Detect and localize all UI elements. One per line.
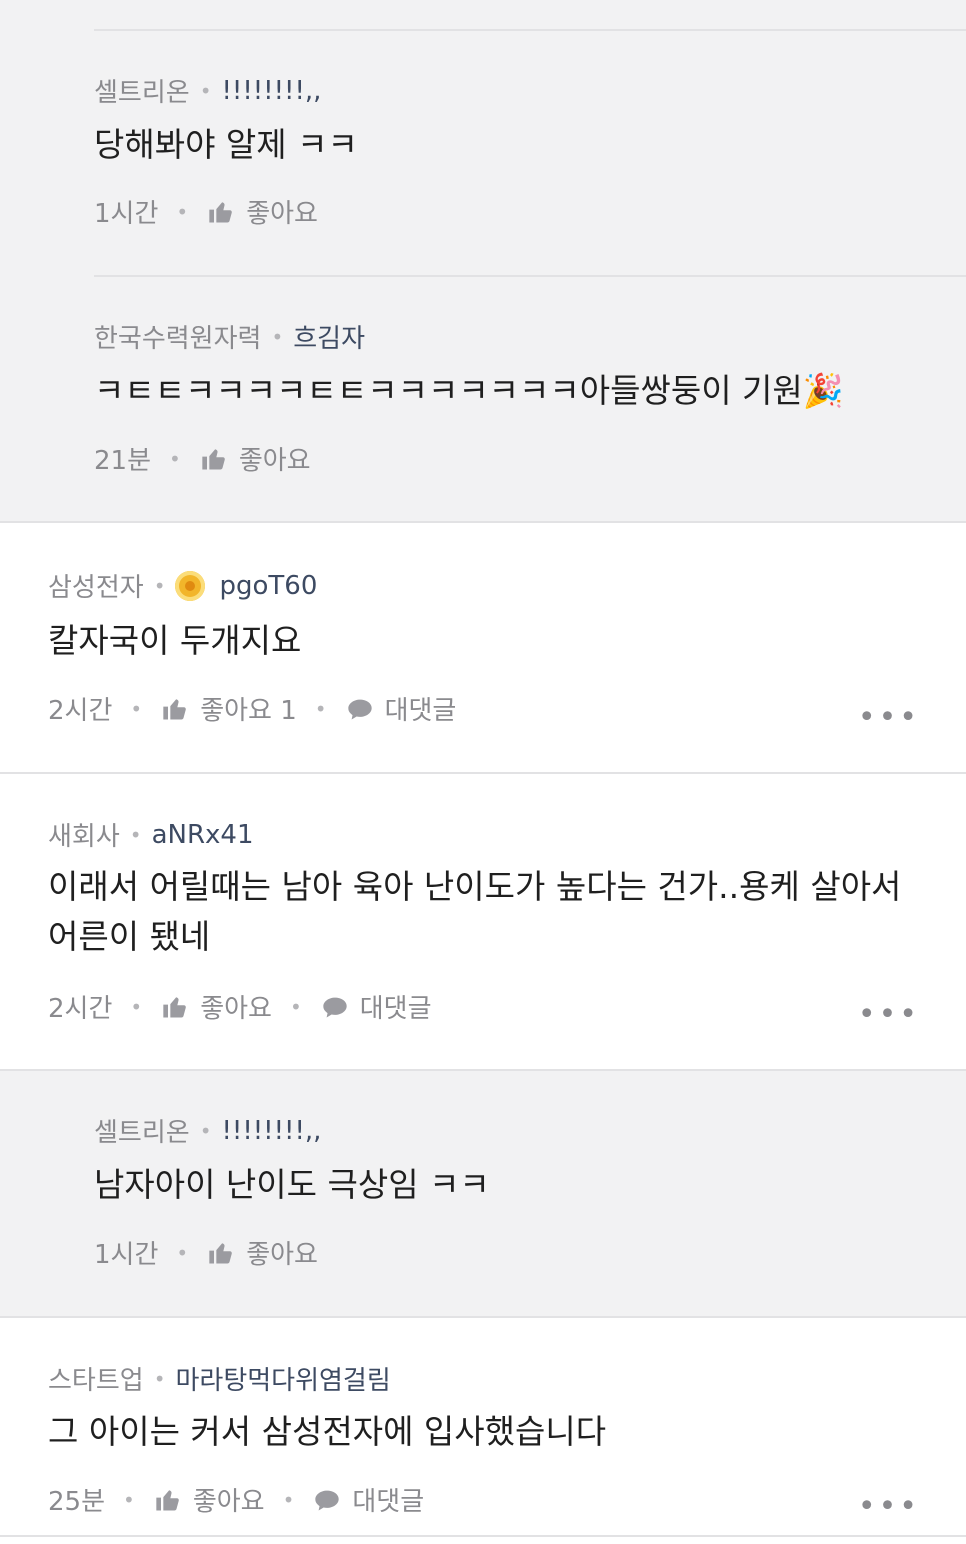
company-label: 셀트리온 bbox=[94, 1118, 190, 1148]
divider bbox=[94, 29, 966, 31]
thumbs-up-icon bbox=[206, 1238, 236, 1268]
separator-dot: • bbox=[199, 1118, 212, 1143]
separator-dot: • bbox=[176, 1240, 189, 1265]
like-button[interactable]: 좋아요 bbox=[160, 988, 272, 1025]
comment-actions: 1시간 • 좋아요 bbox=[94, 1234, 318, 1271]
reply-button[interactable]: 대댓글 bbox=[312, 1481, 424, 1518]
timestamp: 2시간 bbox=[48, 696, 113, 726]
more-dots-icon[interactable]: ••• bbox=[858, 1489, 920, 1524]
comment-actions: 2시간 • 좋아요 • 대댓글 bbox=[48, 988, 432, 1025]
comment-text: 칼자국이 두개지요 bbox=[48, 621, 302, 660]
separator-dot: • bbox=[123, 1487, 135, 1512]
thumbs-up-icon bbox=[206, 197, 236, 227]
speech-bubble-icon bbox=[320, 992, 350, 1022]
separator-dot: • bbox=[271, 324, 284, 349]
like-label: 좋아요 bbox=[246, 199, 318, 229]
thumbs-up-icon bbox=[199, 444, 229, 474]
comment-meta: 셀트리온 • !!!!!!!!,, bbox=[94, 72, 321, 109]
comment-text: ㅋㅌㅌㅋㅋㅋㅋㅌㅌㅋㅋㅋㅋㅋㅋㅋ아들쌍둥이 기원🎉 bbox=[94, 371, 844, 410]
timestamp: 21분 bbox=[94, 446, 152, 476]
comment-actions: 25분 • 좋아요 • 대댓글 bbox=[48, 1481, 424, 1518]
comment-text: 당해봐야 알제 ㅋㅋ bbox=[94, 125, 358, 164]
timestamp: 1시간 bbox=[94, 199, 159, 229]
like-label: 좋아요 1 bbox=[200, 696, 297, 726]
like-button[interactable]: 좋아요 bbox=[206, 193, 318, 230]
separator-dot: • bbox=[153, 1366, 166, 1391]
thumbs-up-icon bbox=[153, 1485, 183, 1515]
separator-dot: • bbox=[130, 994, 143, 1019]
like-label: 좋아요 bbox=[246, 1240, 318, 1270]
divider bbox=[94, 275, 966, 277]
divider bbox=[0, 1316, 966, 1318]
company-label: 삼성전자 bbox=[48, 573, 144, 603]
timestamp: 1시간 bbox=[94, 1240, 159, 1270]
company-label: 한국수력원자력 bbox=[94, 324, 262, 354]
reply-label: 대댓글 bbox=[359, 994, 432, 1024]
comment-text: 남자아이 난이도 극상임 ㅋㅋ bbox=[94, 1165, 490, 1204]
reply-label: 대댓글 bbox=[352, 1487, 425, 1517]
reply-button[interactable]: 대댓글 bbox=[320, 988, 432, 1025]
separator-dot: • bbox=[176, 199, 189, 224]
timestamp: 2시간 bbox=[48, 994, 113, 1024]
separator-dot: • bbox=[289, 994, 302, 1019]
separator-dot: • bbox=[282, 1487, 295, 1512]
gold-badge-icon bbox=[175, 570, 206, 601]
nickname[interactable]: !!!!!!!!,, bbox=[221, 76, 321, 106]
like-label: 좋아요 bbox=[238, 446, 311, 476]
nickname[interactable]: 흐김자 bbox=[293, 318, 365, 355]
divider bbox=[0, 772, 966, 774]
comment-actions: 1시간 • 좋아요 bbox=[94, 193, 318, 230]
like-button[interactable]: 좋아요 1 bbox=[160, 690, 297, 727]
speech-bubble-icon bbox=[345, 694, 375, 724]
divider bbox=[0, 1069, 966, 1071]
comment-text: 이래서 어릴때는 남아 육아 난이도가 높다는 건가..용케 살아서 어른이 됐… bbox=[48, 867, 902, 956]
company-label: 새회사 bbox=[48, 822, 120, 852]
comment-text: 그 아이는 커서 삼성전자에 입사했습니다 bbox=[48, 1412, 607, 1451]
separator-dot: • bbox=[169, 446, 181, 471]
more-dots-icon[interactable]: ••• bbox=[858, 700, 920, 735]
separator-dot: • bbox=[130, 696, 143, 721]
timestamp: 25분 bbox=[48, 1487, 106, 1517]
comment-meta: 셀트리온 • !!!!!!!!,, bbox=[94, 1112, 321, 1149]
comment-meta: 삼성전자 • pgoT60 bbox=[48, 567, 317, 604]
nickname[interactable]: aNRx41 bbox=[152, 820, 254, 850]
comment-meta: 한국수력원자력 • 흐김자 bbox=[94, 318, 365, 355]
divider bbox=[0, 521, 966, 523]
comment-meta: 스타트업 • 마라탕먹다위염걸림 bbox=[48, 1360, 391, 1397]
comment-list: 셀트리온 • !!!!!!!!,, 당해봐야 알제 ㅋㅋ 1시간 • 좋아요 한… bbox=[0, 0, 966, 1544]
separator-dot: • bbox=[153, 573, 166, 598]
comment-meta: 새회사 • aNRx41 bbox=[48, 816, 253, 853]
like-label: 좋아요 bbox=[192, 1487, 265, 1517]
separator-dot: • bbox=[199, 78, 212, 103]
reply-label: 대댓글 bbox=[384, 696, 457, 726]
company-label: 스타트업 bbox=[48, 1366, 144, 1396]
comment-actions: 2시간 • 좋아요 1 • 대댓글 bbox=[48, 690, 456, 727]
nickname[interactable]: 마라탕먹다위염걸림 bbox=[175, 1360, 390, 1397]
speech-bubble-icon bbox=[312, 1485, 342, 1515]
thumbs-up-icon bbox=[160, 992, 190, 1022]
divider bbox=[0, 1535, 966, 1537]
like-label: 좋아요 bbox=[200, 994, 272, 1024]
comment-actions: 21분 • 좋아요 bbox=[94, 440, 311, 477]
like-button[interactable]: 좋아요 bbox=[199, 440, 311, 477]
more-dots-icon[interactable]: ••• bbox=[858, 997, 920, 1032]
like-button[interactable]: 좋아요 bbox=[153, 1481, 265, 1518]
separator-dot: • bbox=[129, 822, 142, 847]
nickname[interactable]: !!!!!!!!,, bbox=[221, 1116, 321, 1146]
separator-dot: • bbox=[314, 696, 327, 721]
thumbs-up-icon bbox=[160, 694, 190, 724]
like-button[interactable]: 좋아요 bbox=[206, 1234, 318, 1271]
company-label: 셀트리온 bbox=[94, 78, 190, 108]
reply-button[interactable]: 대댓글 bbox=[345, 690, 457, 727]
nickname[interactable]: pgoT60 bbox=[219, 571, 317, 601]
